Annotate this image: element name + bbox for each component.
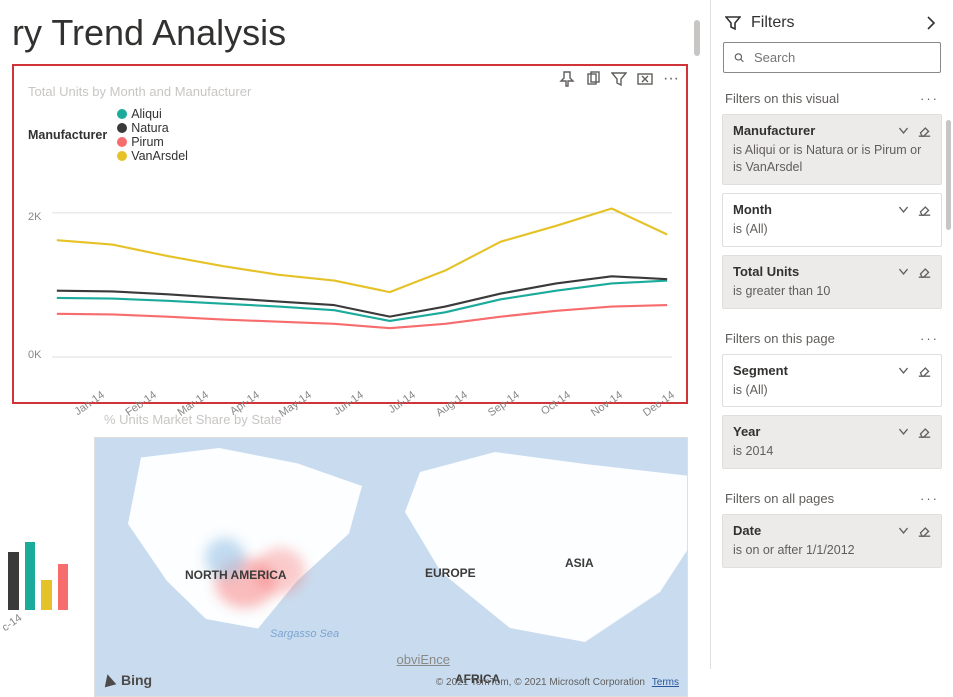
filter-card-desc: is Aliqui or is Natura or is Pirum or is… — [733, 142, 931, 176]
eraser-icon[interactable] — [918, 364, 931, 377]
filter-card[interactable]: Month is (All) — [722, 193, 942, 247]
series-line[interactable] — [57, 276, 667, 316]
filters-search-input[interactable] — [754, 50, 930, 65]
filter-card-desc: is greater than 10 — [733, 283, 931, 300]
legend-swatch — [117, 123, 127, 133]
eraser-icon[interactable] — [918, 265, 931, 278]
filter-card-name: Manufacturer — [733, 123, 815, 138]
visual-toolbar: ··· — [558, 70, 680, 88]
legend-item[interactable]: Natura — [117, 121, 188, 135]
eraser-icon[interactable] — [918, 524, 931, 537]
map-attribution: © 2021 TomTom, © 2021 Microsoft Corporat… — [436, 677, 679, 688]
filter-card-name: Month — [733, 202, 772, 217]
filter-card-desc: is 2014 — [733, 443, 931, 460]
legend-text: VanArsdel — [131, 149, 188, 163]
filter-card-name: Date — [733, 523, 761, 538]
chart-plot: 0K 2K Jan-14Feb-14Mar-14Apr-14May-14Jun-… — [28, 171, 672, 401]
section-title-page: Filters on this page — [725, 331, 835, 346]
section-more-icon[interactable]: ··· — [920, 491, 939, 506]
filter-card[interactable]: Total Units is greater than 10 — [722, 255, 942, 309]
filter-card-name: Year — [733, 424, 760, 439]
filter-card[interactable]: Year is 2014 — [722, 415, 942, 469]
map-label-eu: EUROPE — [425, 566, 476, 580]
attrib-tomtom: © 2021 TomTom, — [436, 677, 512, 688]
funnel-icon — [725, 15, 741, 31]
legend-swatch — [117, 109, 127, 119]
attrib-terms-link[interactable]: Terms — [652, 677, 679, 688]
legend-item[interactable]: VanArsdel — [117, 149, 188, 163]
search-icon — [734, 50, 744, 65]
bing-text: Bing — [121, 672, 152, 688]
legend-text: Aliqui — [131, 107, 162, 121]
y-tick: 2K — [28, 211, 41, 223]
chevron-down-icon[interactable] — [897, 524, 910, 537]
map-label-na: NORTH AMERICA — [185, 568, 287, 582]
legend-item[interactable]: Aliqui — [117, 107, 188, 121]
legend-text: Pirum — [131, 135, 164, 149]
x-axis: Jan-14Feb-14Mar-14Apr-14May-14Jun-14Jul-… — [52, 383, 672, 401]
chevron-down-icon[interactable] — [897, 425, 910, 438]
chevron-down-icon[interactable] — [897, 203, 910, 216]
filter-card-desc: is on or after 1/1/2012 — [733, 542, 931, 559]
legend-label: Manufacturer — [28, 128, 107, 142]
legend-text: Natura — [131, 121, 169, 135]
filter-card-name: Segment — [733, 363, 788, 378]
map-label-sargasso: Sargasso Sea — [270, 628, 339, 640]
series-line[interactable] — [57, 209, 667, 293]
legend-swatch — [117, 151, 127, 161]
filter-card[interactable]: Date is on or after 1/1/2012 — [722, 514, 942, 568]
canvas-scrollbar[interactable] — [694, 20, 700, 56]
chart-legend: Manufacturer AliquiNaturaPirumVanArsdel — [14, 105, 686, 171]
pin-icon[interactable] — [558, 70, 576, 88]
attrib-ms: © 2021 Microsoft Corporation — [514, 677, 645, 688]
line-chart-visual[interactable]: ··· Total Units by Month and Manufacture… — [12, 64, 688, 404]
map-title: % Units Market Share by State — [104, 412, 788, 431]
legend-item[interactable]: Pirum — [117, 135, 188, 149]
page-title: ry Trend Analysis — [8, 0, 692, 62]
chevron-right-icon[interactable] — [923, 15, 939, 31]
filter-icon[interactable] — [610, 70, 628, 88]
section-more-icon[interactable]: ··· — [920, 91, 939, 106]
chevron-down-icon[interactable] — [897, 265, 910, 278]
section-title-visual: Filters on this visual — [725, 91, 839, 106]
legend-swatch — [117, 137, 127, 147]
filter-card-desc: is (All) — [733, 382, 931, 399]
filter-card-name: Total Units — [733, 264, 799, 279]
section-title-all: Filters on all pages — [725, 491, 834, 506]
chevron-down-icon[interactable] — [897, 124, 910, 137]
more-icon[interactable]: ··· — [662, 70, 680, 88]
filter-card-desc: is (All) — [733, 221, 931, 238]
filters-search[interactable] — [723, 42, 941, 73]
map-visual[interactable]: NORTH AMERICA EUROPE ASIA AFRICA Sargass… — [94, 437, 688, 697]
mini-bar-chart — [8, 530, 68, 610]
eraser-icon[interactable] — [918, 425, 931, 438]
eraser-icon[interactable] — [918, 203, 931, 216]
filters-pane: Filters Filters on this visual ··· Manuf… — [710, 0, 953, 669]
section-more-icon[interactable]: ··· — [920, 331, 939, 346]
eraser-icon[interactable] — [918, 124, 931, 137]
filters-scrollbar[interactable] — [946, 120, 951, 230]
bing-logo: Bing — [103, 672, 152, 688]
copy-icon[interactable] — [584, 70, 602, 88]
focus-icon[interactable] — [636, 70, 654, 88]
filter-card[interactable]: Manufacturer is Aliqui or is Natura or i… — [722, 114, 942, 185]
y-tick: 0K — [28, 349, 41, 361]
filter-card[interactable]: Segment is (All) — [722, 354, 942, 408]
filters-title: Filters — [751, 14, 795, 32]
obvience-label: obviEnce — [397, 652, 450, 667]
map-label-asia: ASIA — [565, 556, 594, 570]
chevron-down-icon[interactable] — [897, 364, 910, 377]
